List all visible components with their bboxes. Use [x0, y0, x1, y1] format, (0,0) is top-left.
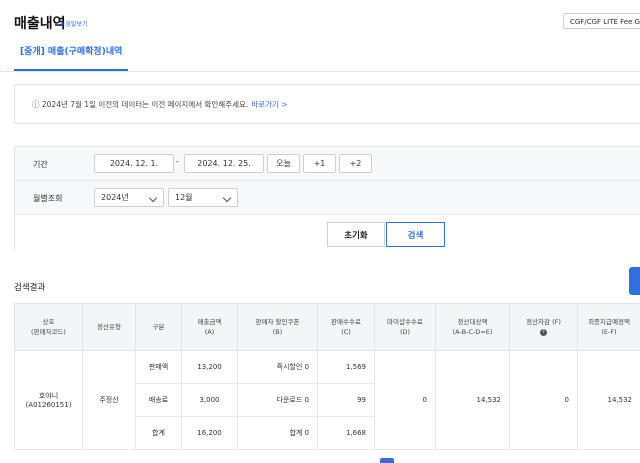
page-title: 매출내역 [14, 16, 66, 32]
chevron-down-icon [222, 193, 232, 203]
reset-button[interactable]: 초기화 [327, 222, 385, 247]
sales-cell: 13,200 [181, 350, 238, 384]
download-button[interactable] [629, 267, 640, 295]
notice-message: ⓘ 2024년 7월 1일 이전의 데이터는 이전 페이지에서 확인해주세요. [32, 100, 249, 109]
period-label: 기간 [33, 160, 48, 169]
results-title: 검색결과 [14, 283, 46, 293]
header-category: 구분 [135, 303, 182, 351]
header-deduction: 정산차감 (F)? [509, 303, 578, 351]
question-icon[interactable]: ? [540, 328, 547, 336]
plus-two-button[interactable]: +2 [339, 154, 372, 173]
year-value: 2024년 [101, 193, 129, 202]
settlement-amount-cell: 14,532 [435, 350, 510, 450]
fee-cell: 1,668 [317, 416, 375, 450]
fee-cell: 99 [317, 383, 375, 417]
table-header-row: 상호 (판매자코드) 정산유형 구분 매출금액 (A) 판매자 할인쿠폰 (B) 판매… [14, 303, 640, 351]
category-cell: 합계 [135, 416, 182, 450]
header-settlement-type: 정산유형 [82, 303, 136, 351]
final-amount-cell: 14,532 [577, 350, 640, 450]
results-table: 상호 (판매자코드) 정산유형 구분 매출금액 (A) 판매자 할인쿠폰 (B) 판매… [14, 303, 640, 450]
month-value: 12월 [175, 193, 193, 202]
tab-divider [0, 71, 640, 72]
header-seller: 상호 (판매자코드) [14, 303, 83, 351]
header-sales-fee: 판매수수료 (C) [317, 303, 375, 351]
scroll-top-button[interactable] [380, 458, 394, 463]
help-link[interactable]: 도움말보기 [60, 19, 88, 28]
deduction-cell: 0 [509, 350, 578, 450]
header-seller-coupon: 판매자 할인쿠폰 (B) [237, 303, 318, 351]
plus-one-button[interactable]: +1 [303, 154, 336, 173]
category-cell: 배송료 [135, 383, 182, 417]
tab-brokerage-sales[interactable]: [중개] 매출(구매확정)내역 [20, 44, 122, 57]
fee-cell: 1,569 [317, 350, 375, 384]
seller-cell: 호야니 (A01260151) [14, 350, 83, 450]
sales-cell: 16,200 [181, 416, 238, 450]
header-sales-amount: 매출금액 (A) [181, 303, 238, 351]
end-date-input[interactable]: 2024. 12. 25. [184, 154, 264, 173]
fee-guide-select[interactable]: CGF/CGF LITE Fee Guide [563, 13, 640, 29]
coupon-cell: 합계 0 [237, 416, 318, 450]
year-select[interactable]: 2024년 [94, 188, 164, 207]
settlement-type-cell: 주정산 [82, 350, 136, 450]
chevron-down-icon [148, 193, 158, 203]
header-final-amount: 최종지급예정액 (E-F) [577, 303, 640, 351]
month-select[interactable]: 12월 [168, 188, 238, 207]
category-cell: 판매액 [135, 350, 182, 384]
search-button[interactable]: 검색 [386, 222, 445, 247]
myshop-fee-cell: 0 [374, 350, 436, 450]
coupon-cell: 즉시할인 0 [237, 350, 318, 384]
sales-cell: 3,000 [181, 383, 238, 417]
coupon-cell: 다운로드 0 [237, 383, 318, 417]
start-date-input[interactable]: 2024. 12. 1. [94, 154, 174, 173]
table-row: 호야니 (A01260151) 주정산 판매액 13,200 즉시할인 0 1,5… [14, 350, 640, 450]
today-button[interactable]: 오늘 [267, 154, 300, 173]
notice-link[interactable]: 바로가기 > [251, 100, 287, 109]
notice-text: ⓘ 2024년 7월 1일 이전의 데이터는 이전 페이지에서 확인해주세요. 바… [32, 99, 288, 110]
header-settlement-amount: 정산대상액 (A-B-C-D=E) [435, 303, 510, 351]
monthly-label: 월별조회 [33, 194, 63, 203]
header-myshop-fee: 마이샵수수료 (D) [374, 303, 436, 351]
date-separator: - [176, 157, 179, 166]
